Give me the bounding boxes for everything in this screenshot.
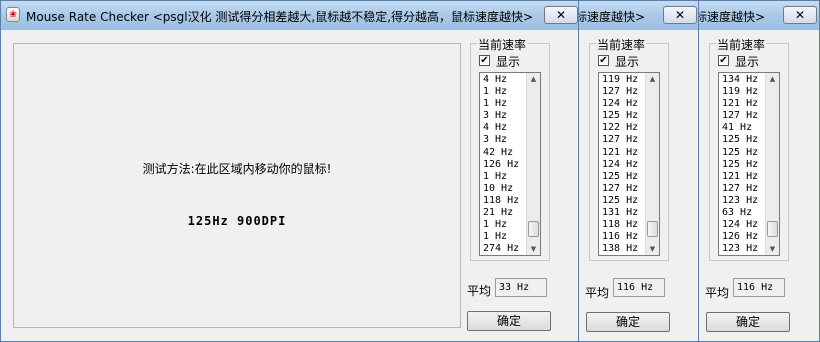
close-button[interactable]: ✕ (663, 6, 697, 24)
ok-button[interactable]: 确定 (467, 311, 551, 331)
rate-list[interactable]: 4 Hz 1 Hz 1 Hz 3 Hz 4 Hz 3 Hz 42 Hz 126 Hz 1 Hz 1… (479, 72, 541, 256)
scroll-thumb[interactable] (767, 221, 778, 237)
rate-list[interactable]: 119 Hz 127 Hz 124 Hz 125 Hz 122 Hz 127 Hz 121 … (598, 72, 660, 256)
group-label: 当前速率 (596, 36, 647, 53)
title-bar[interactable]: 标速度越快> ✕ (579, 1, 699, 30)
show-checkbox[interactable]: ✔ (598, 55, 609, 66)
scroll-down-icon[interactable]: ▼ (527, 243, 540, 255)
scroll-up-icon[interactable]: ▲ (766, 73, 779, 85)
average-label: 平均 (585, 286, 610, 300)
close-button[interactable]: ✕ (783, 6, 817, 24)
show-checkbox[interactable]: ✔ (718, 55, 729, 66)
ok-button[interactable]: 确定 (706, 312, 790, 332)
scroll-down-icon[interactable]: ▼ (766, 243, 779, 255)
scroll-down-icon[interactable]: ▼ (646, 243, 659, 255)
window-title: 标速度越快> (578, 10, 646, 24)
window-title: Mouse Rate Checker <psgl汉化 测试得分相差越大,鼠标越不… (26, 10, 534, 24)
average-label: 平均 (705, 286, 730, 300)
show-label: 显示 (615, 55, 640, 69)
list-scrollbar[interactable]: ▲ ▼ (765, 73, 779, 255)
list-scrollbar[interactable]: ▲ ▼ (645, 73, 659, 255)
group-label: 当前速率 (716, 36, 767, 53)
rate-list[interactable]: 134 Hz 119 Hz 121 Hz 127 Hz 41 Hz 125 Hz 125 H… (718, 72, 780, 256)
list-scrollbar[interactable]: ▲ ▼ (526, 73, 540, 255)
result-text: 125Hz 900DPI (187, 214, 287, 228)
average-value: 33 Hz (495, 278, 547, 297)
show-label: 显示 (496, 55, 521, 69)
average-value: 116 Hz (733, 278, 785, 297)
current-rate-group: 当前速率 ✔ 显示 119 Hz 127 Hz 124 Hz 125 Hz 122 Hz… (589, 36, 669, 261)
show-checkbox[interactable]: ✔ (479, 55, 490, 66)
close-button[interactable]: ✕ (544, 6, 578, 24)
main-window: ❀ Mouse Rate Checker <psgl汉化 测试得分相差越大,鼠标… (0, 0, 580, 342)
show-label: 显示 (735, 55, 760, 69)
average-label: 平均 (467, 284, 492, 298)
group-label: 当前速率 (477, 36, 528, 53)
instruction-text: 测试方法:在此区域内移动你的鼠标! (142, 162, 332, 176)
test-area[interactable]: 测试方法:在此区域内移动你的鼠标! 125Hz 900DPI (13, 43, 461, 328)
window-title: 标速度越快> (698, 10, 766, 24)
scroll-thumb[interactable] (528, 221, 539, 237)
current-rate-group: 当前速率 ✔ 显示 134 Hz 119 Hz 121 Hz 127 Hz 41 Hz 1… (709, 36, 789, 261)
scroll-up-icon[interactable]: ▲ (527, 73, 540, 85)
title-bar[interactable]: ❀ Mouse Rate Checker <psgl汉化 测试得分相差越大,鼠标… (1, 1, 579, 30)
scroll-thumb[interactable] (647, 221, 658, 237)
third-window: 标速度越快> ✕ 当前速率 ✔ 显示 134 Hz 119 Hz 121 Hz 127… (698, 0, 820, 342)
scroll-up-icon[interactable]: ▲ (646, 73, 659, 85)
ok-button[interactable]: 确定 (586, 312, 670, 332)
second-window: 标速度越快> ✕ 当前速率 ✔ 显示 119 Hz 127 Hz 124 Hz 125… (578, 0, 700, 342)
title-bar[interactable]: 标速度越快> ✕ (699, 1, 819, 30)
average-value: 116 Hz (613, 278, 665, 297)
current-rate-group: 当前速率 ✔ 显示 4 Hz 1 Hz 1 Hz 3 Hz 4 Hz 3 Hz 42 Hz 1… (470, 36, 550, 261)
app-icon: ❀ (6, 7, 20, 22)
